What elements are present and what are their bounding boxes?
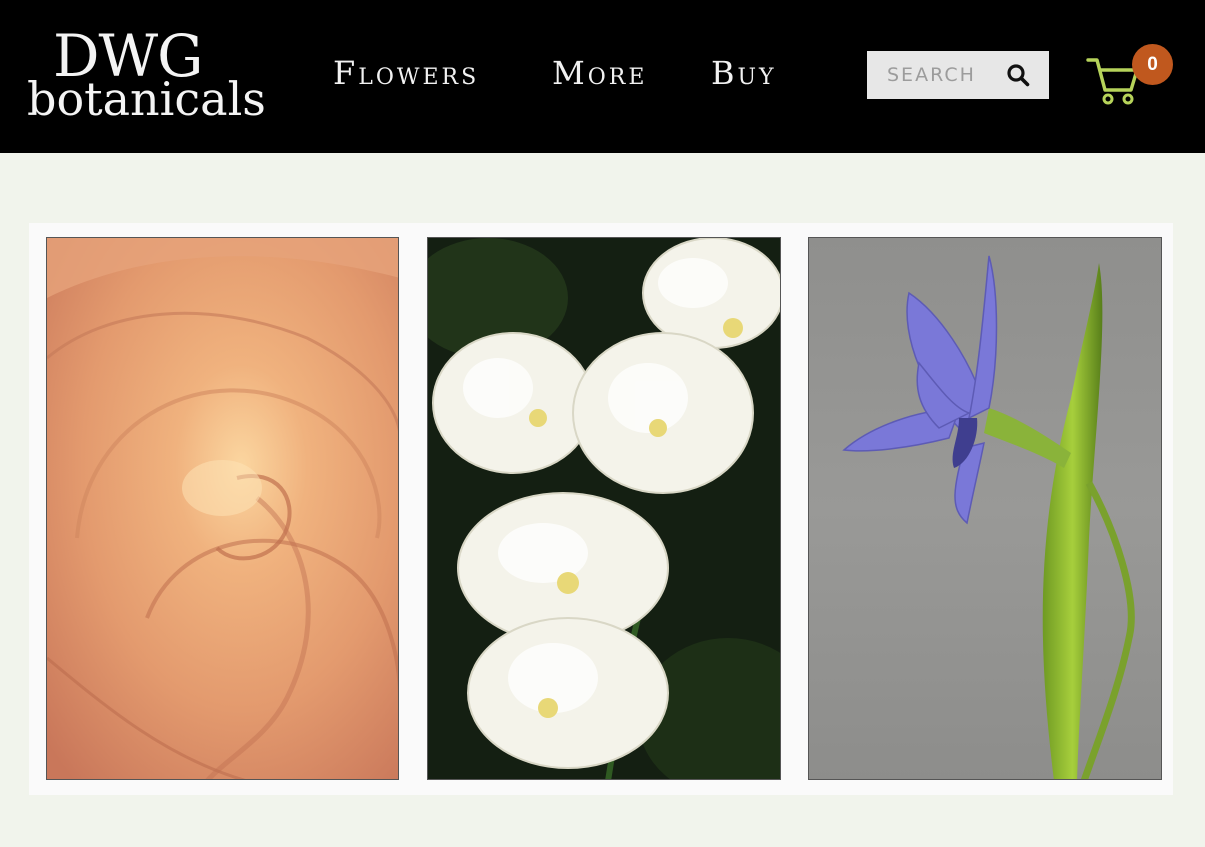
nav-more[interactable]: More [552,50,647,96]
cart-count-badge: 0 [1132,44,1173,85]
white-peony-tulips-photo[interactable] [427,237,781,780]
logo-line-2: botanicals [27,72,266,126]
search-input[interactable] [867,51,1007,99]
nav-flowers[interactable]: Flowers [333,50,479,96]
cart-button[interactable]: 0 [1085,44,1175,105]
search-button[interactable] [1003,61,1033,89]
photo-gallery [29,223,1173,795]
peach-rose-photo[interactable] [46,237,399,780]
site-header: DWG botanicals Flowers More Buy 0 [0,0,1205,153]
search-icon [1007,64,1030,87]
nav-buy[interactable]: Buy [711,50,777,96]
search-box [867,51,1049,99]
site-logo[interactable]: DWG botanicals [27,24,267,124]
blue-iris-photo[interactable] [808,237,1162,780]
